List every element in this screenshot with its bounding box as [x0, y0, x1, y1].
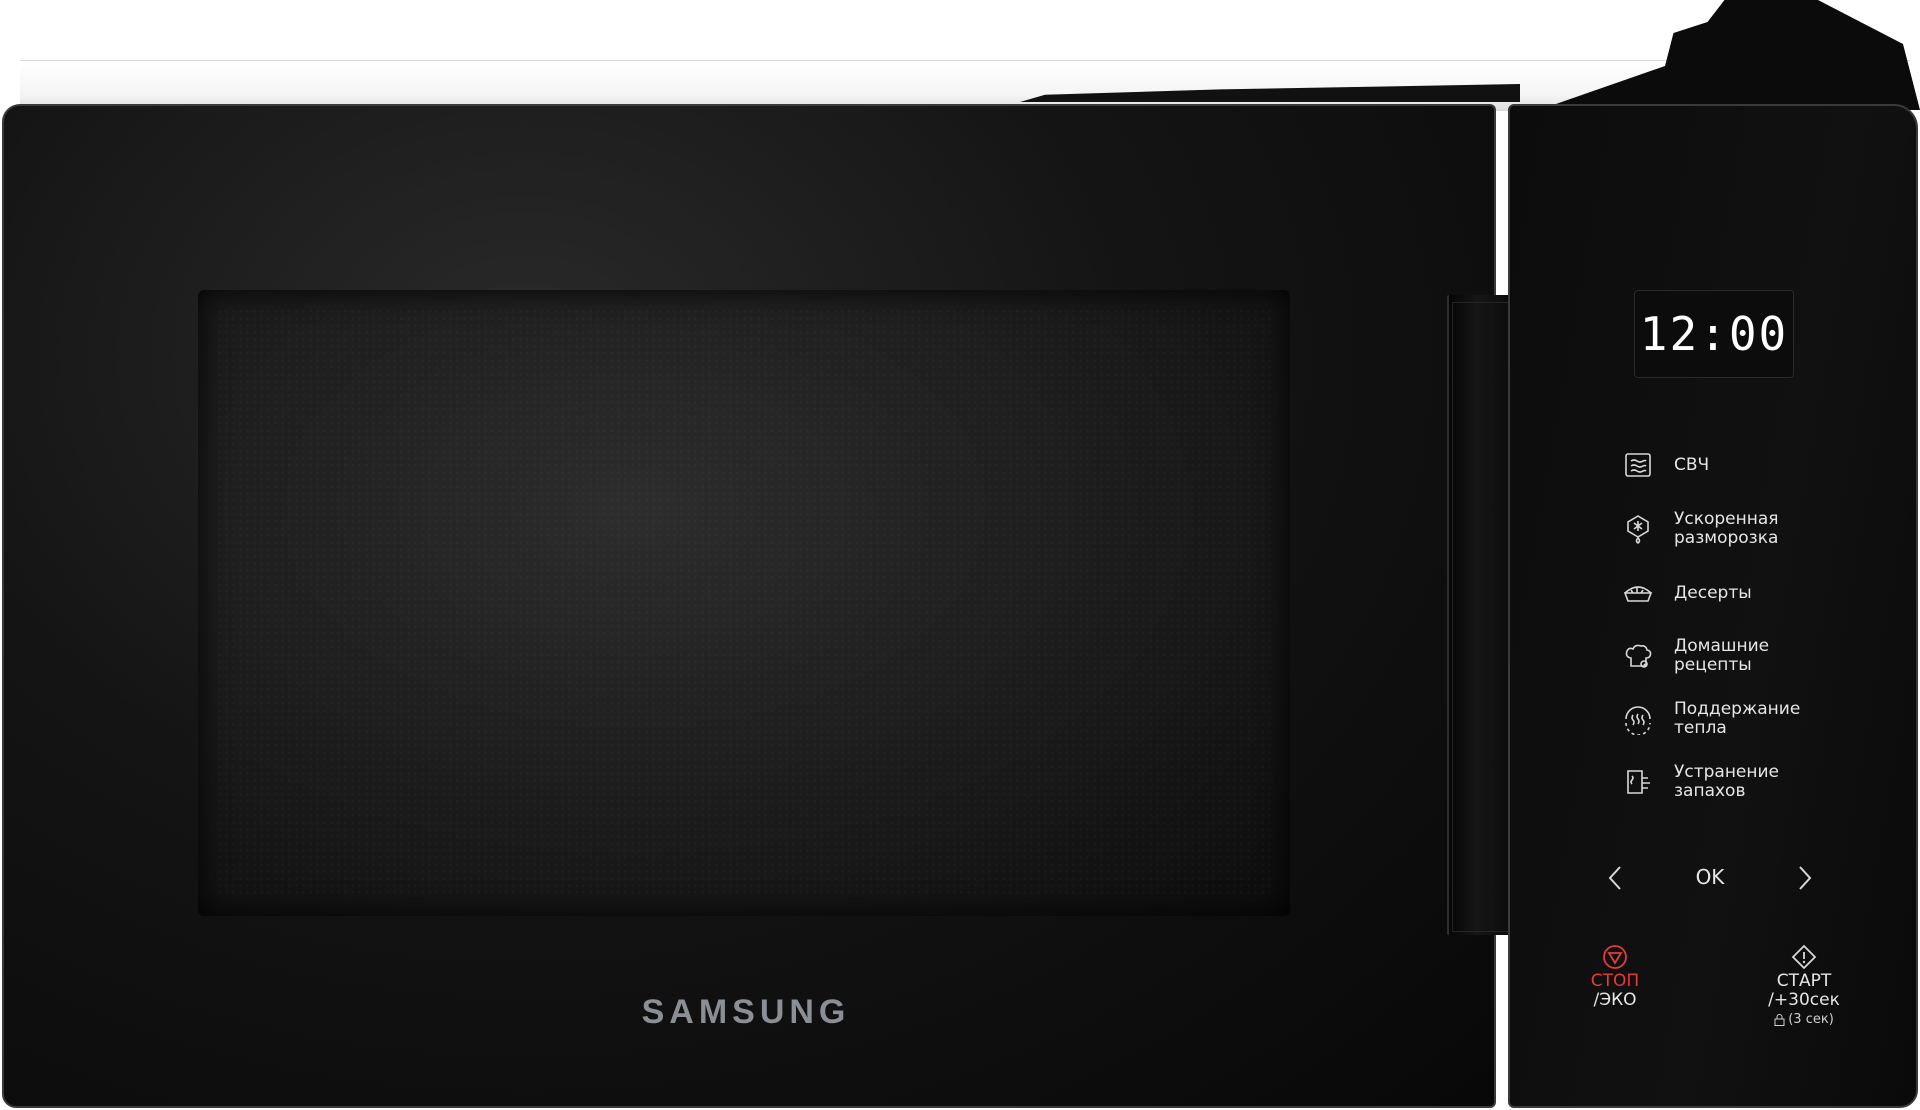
eco-label: /ЭКО [1593, 990, 1637, 1010]
menu-label-2: запахов [1674, 781, 1746, 801]
menu-item-home-recipes[interactable]: Домашние рецепты [1622, 637, 1824, 675]
lock-icon [1774, 1013, 1785, 1026]
menu-label-2: тепла [1674, 718, 1727, 738]
stop-icon [1603, 945, 1627, 969]
menu-label: СВЧ [1674, 454, 1710, 475]
start-diamond-icon [1791, 944, 1817, 970]
start-label: СТАРТ [1776, 971, 1832, 991]
brand-logo: SAMSUNG [641, 993, 851, 1031]
menu-label: Поддержание [1674, 699, 1801, 719]
stop-eco-button[interactable]: СТОП /ЭКО [1572, 944, 1658, 1010]
start-button[interactable]: СТАРТ /+30сек (3 сек) [1748, 944, 1860, 1029]
door-handle-edge [1452, 302, 1510, 932]
menu-item-deodorize[interactable]: Устранение запахов [1622, 763, 1824, 801]
menu-label-2: рецепты [1674, 655, 1752, 675]
keep-warm-icon [1625, 706, 1651, 735]
plus30-label: /+30сек [1768, 990, 1840, 1010]
menu-label: Домашние [1674, 636, 1770, 656]
menu-item-desserts[interactable]: Десерты [1622, 577, 1824, 609]
microwave-waves-icon [1625, 453, 1651, 477]
defrost-icon [1627, 515, 1649, 544]
child-lock-hint: (3 сек) [1748, 1010, 1860, 1029]
menu-label: Ускоренная [1674, 509, 1779, 529]
chef-hat-icon [1625, 644, 1652, 668]
menu-label-2: разморозка [1674, 528, 1779, 548]
clock-display: 12:00 [1634, 290, 1794, 378]
menu-item-keep-warm[interactable]: Поддержание тепла [1622, 700, 1824, 738]
menu-label: Устранение [1674, 762, 1780, 782]
menu-item-defrost[interactable]: Ускоренная разморозка [1622, 510, 1824, 548]
deodorize-icon [1627, 770, 1650, 794]
menu-label: Десерты [1674, 582, 1752, 603]
door-window [198, 290, 1290, 916]
menu-item-microwave[interactable]: СВЧ [1622, 449, 1824, 481]
dessert-pie-icon [1623, 586, 1653, 602]
chevron-left-icon[interactable] [1606, 864, 1624, 892]
lock-hint-label: (3 сек) [1788, 1012, 1834, 1027]
chevron-right-icon[interactable] [1796, 864, 1814, 892]
stop-label: СТОП [1590, 971, 1640, 991]
ok-button[interactable]: OK [1680, 865, 1740, 889]
